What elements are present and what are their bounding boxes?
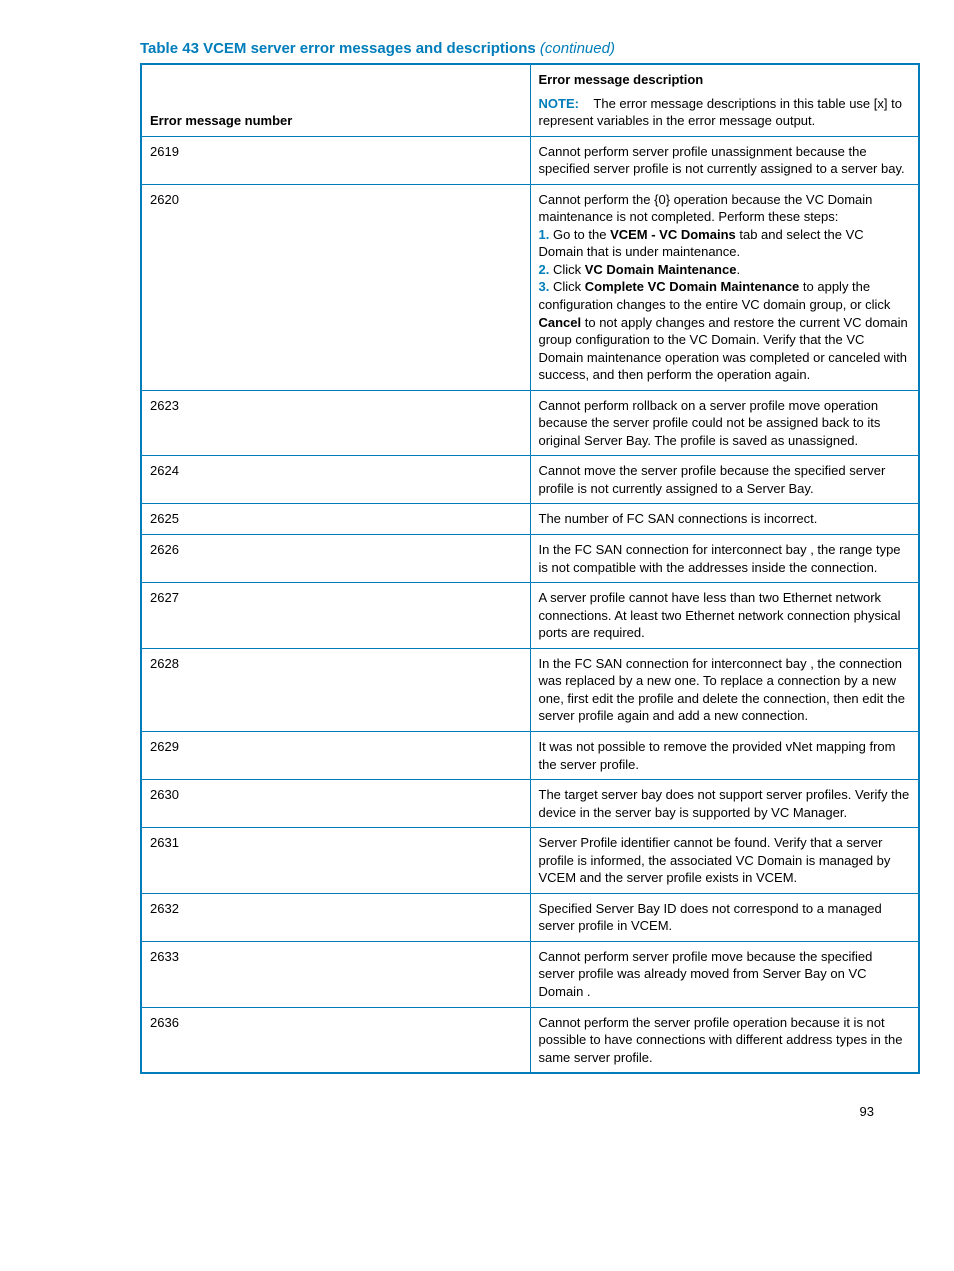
error-description: Specified Server Bay ID does not corresp… [530,893,919,941]
desc-intro: Cannot perform the {0} operation because… [539,192,873,225]
table-row: 2629 It was not possible to remove the p… [141,731,919,779]
error-number: 2631 [141,828,530,894]
error-description: The number of FC SAN connections is inco… [530,504,919,535]
list-number: 1. [539,227,550,242]
table-row: 2632 Specified Server Bay ID does not co… [141,893,919,941]
error-description: Cannot move the server profile because t… [530,456,919,504]
table-row: 2636 Cannot perform the server profile o… [141,1007,919,1073]
table-row: 2626 In the FC SAN connection for interc… [141,535,919,583]
caption-main: Table 43 VCEM server error messages and … [140,40,536,57]
header-error-number: Error message number [141,64,530,136]
table-row: 2624 Cannot move the server profile beca… [141,456,919,504]
table-row: 2619 Cannot perform server profile unass… [141,136,919,184]
error-description: Cannot perform server profile move becau… [530,941,919,1007]
error-number: 2619 [141,136,530,184]
step-text: Click VC Domain Maintenance. [553,262,740,277]
error-description: Cannot perform the {0} operation because… [530,184,919,390]
step-text: Go to the VCEM - VC Domains tab and sele… [539,227,864,260]
table-row: 2633 Cannot perform server profile move … [141,941,919,1007]
error-description: Server Profile identifier cannot be foun… [530,828,919,894]
table-header-row: Error message number Error message descr… [141,64,919,136]
table-row: 2631 Server Profile identifier cannot be… [141,828,919,894]
error-number: 2633 [141,941,530,1007]
error-number: 2627 [141,583,530,649]
error-description: Cannot perform rollback on a server prof… [530,390,919,456]
header-desc-title: Error message description [539,71,911,89]
caption-continued: (continued) [540,40,615,57]
error-number: 2623 [141,390,530,456]
error-description: The target server bay does not support s… [530,780,919,828]
table-row: 2630 The target server bay does not supp… [141,780,919,828]
error-number: 2630 [141,780,530,828]
error-description: A server profile cannot have less than t… [530,583,919,649]
list-number: 2. [539,262,550,277]
error-number: 2625 [141,504,530,535]
error-description: Cannot perform server profile unassignme… [530,136,919,184]
error-number: 2632 [141,893,530,941]
note-text: The error message descriptions in this t… [539,96,902,129]
list-number: 3. [539,279,550,294]
error-number: 2636 [141,1007,530,1073]
error-number: 2628 [141,648,530,731]
table-row: 2628 In the FC SAN connection for interc… [141,648,919,731]
page-number: 93 [40,1104,914,1119]
table-row: 2627 A server profile cannot have less t… [141,583,919,649]
note-label: NOTE: [539,96,579,111]
error-description: In the FC SAN connection for interconnec… [530,648,919,731]
step-text: Click Complete VC Domain Maintenance to … [539,279,908,382]
table-row: 2620 Cannot perform the {0} operation be… [141,184,919,390]
table-row: 2625 The number of FC SAN connections is… [141,504,919,535]
error-table: Error message number Error message descr… [140,63,920,1074]
error-number: 2626 [141,535,530,583]
error-number: 2624 [141,456,530,504]
error-number: 2620 [141,184,530,390]
table-row: 2623 Cannot perform rollback on a server… [141,390,919,456]
error-number: 2629 [141,731,530,779]
error-description: Cannot perform the server profile operat… [530,1007,919,1073]
error-description: It was not possible to remove the provid… [530,731,919,779]
header-error-description: Error message description NOTE: The erro… [530,64,919,136]
error-description: In the FC SAN connection for interconnec… [530,535,919,583]
table-caption: Table 43 VCEM server error messages and … [140,40,914,57]
